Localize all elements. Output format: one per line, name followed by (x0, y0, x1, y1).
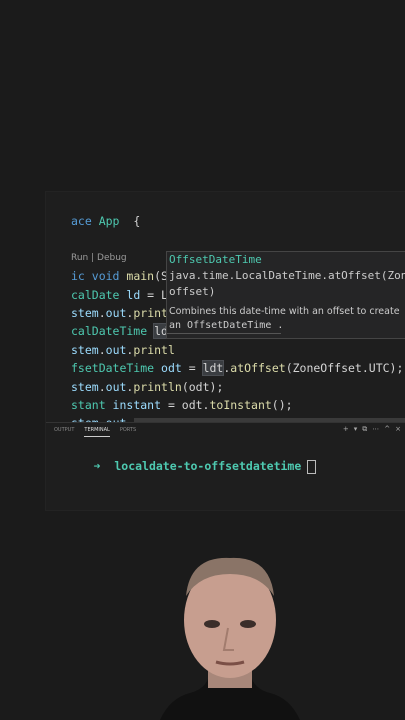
code-token: . (98, 305, 106, 320)
terminal-panel: OUTPUT TERMINAL PORTS + ▾ ⧉ ⋯ ^ × ➜ loca… (46, 422, 405, 510)
code-token: ld (126, 287, 141, 302)
code-token: toInstant (209, 397, 272, 412)
tooltip-type-name: OffsetDateTime (169, 253, 262, 266)
code-token: . (98, 342, 106, 357)
code-token: = odt. (161, 397, 210, 412)
terminal-prompt[interactable]: ➜ localdate-to-offsetdatetime (52, 445, 317, 488)
code-token: out (105, 305, 127, 320)
maximize-icon[interactable]: ^ (384, 425, 390, 434)
highlighted-token: ldt (201, 360, 225, 377)
code-token: println (133, 379, 182, 394)
prompt-arrow-icon: ➜ (93, 459, 101, 473)
code-token: main (126, 269, 155, 284)
tooltip-signature: java.time.LocalDateTime.atOffset(Zone (169, 269, 405, 282)
tooltip-doc-code: an OffsetDateTime . (167, 319, 283, 334)
code-token: stant (71, 397, 113, 412)
more-icon[interactable]: ⋯ (372, 425, 379, 434)
code-token: stem (71, 342, 99, 357)
code-token: App (98, 214, 120, 228)
code-token: instant (112, 397, 162, 412)
chevron-down-icon[interactable]: ▾ (354, 425, 358, 434)
code-editor[interactable]: ace App { Run | Debug ic void main(St calD… (46, 192, 405, 510)
code-token: { (119, 214, 141, 228)
code-line: stem.out.printl (71, 341, 403, 359)
code-token: ic void (71, 269, 127, 284)
new-terminal-icon[interactable]: + (343, 425, 349, 434)
code-token: out (105, 342, 127, 357)
code-token: atOffset (230, 361, 286, 376)
tab-ports[interactable]: PORTS (120, 423, 136, 437)
tooltip-signature-end: offset) (169, 285, 216, 298)
code-token: calDate (71, 287, 127, 302)
code-token: ace (71, 214, 99, 228)
code-token: stem (71, 379, 99, 394)
code-token: (odt); (181, 379, 224, 394)
code-token: fsetDateTime (71, 361, 162, 376)
terminal-cursor (307, 459, 317, 474)
tab-output[interactable]: OUTPUT (54, 423, 74, 437)
split-icon[interactable]: ⧉ (362, 425, 367, 434)
code-token: . (98, 379, 106, 394)
code-token: calDateTime (71, 324, 155, 339)
code-token: odt (161, 361, 182, 376)
code-line: stant instant = odt.toInstant(); (71, 396, 403, 414)
presenter-video (150, 548, 310, 720)
hover-tooltip: OffsetDateTime java.time.LocalDateTime.a… (166, 251, 405, 339)
code-line: stem.out.println(odt); (71, 378, 403, 396)
code-token: = (181, 361, 203, 376)
tooltip-doc: Combines this date-time with an offset t… (169, 306, 400, 317)
tab-terminal[interactable]: TERMINAL (84, 423, 110, 437)
close-icon[interactable]: × (395, 425, 401, 434)
code-token: (); (271, 397, 293, 412)
prompt-directory: localdate-to-offsetdatetime (114, 459, 302, 473)
code-token: printl (133, 342, 175, 357)
code-token: (ZoneOffset.UTC); (285, 361, 404, 376)
code-token: out (105, 379, 127, 394)
panel-actions: + ▾ ⧉ ⋯ ^ × (343, 425, 401, 434)
code-line: fsetDateTime odt = ldt.atOffset(ZoneOffs… (71, 359, 403, 377)
code-token: stem (71, 305, 99, 320)
code-line: ace App { (71, 212, 403, 230)
